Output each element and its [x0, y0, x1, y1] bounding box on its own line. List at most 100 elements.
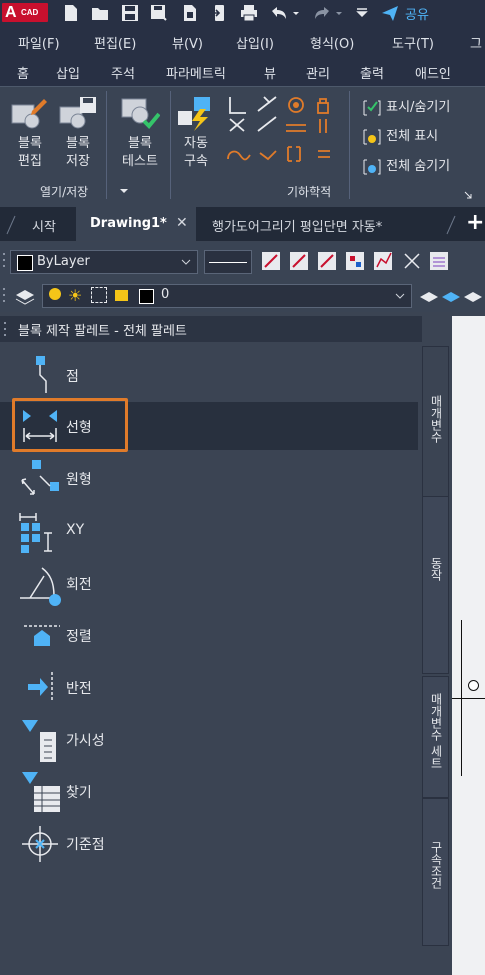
block-edit-line2: 편집	[18, 154, 42, 169]
palette-item-xy[interactable]: XY	[0, 507, 418, 555]
color-swatch	[17, 255, 33, 271]
tab-drawing1[interactable]: Drawing1* ✕	[76, 207, 196, 241]
palette-title-bar[interactable]: 블록 제작 팔레트 - 전체 팔레트	[0, 316, 422, 342]
quick-access-toolbar: A CAD 공유	[0, 0, 485, 26]
print-icon[interactable]	[240, 4, 258, 22]
tab-output[interactable]: 출력	[360, 63, 384, 82]
mobile-export-icon[interactable]	[210, 4, 228, 22]
share-label[interactable]: 공유	[405, 4, 429, 23]
menu-insert[interactable]: 삽입(I)	[236, 33, 274, 52]
side-tab-label: 매개변수 세트	[429, 693, 443, 769]
flip-parameter-icon	[28, 672, 53, 702]
tab-parametric[interactable]: 파라메트릭	[166, 63, 226, 82]
app-logo-letter: A	[5, 4, 17, 21]
block-edit-icon[interactable]	[10, 97, 48, 131]
basepoint-parameter-icon	[22, 826, 58, 862]
linetype-dropdown[interactable]	[204, 250, 252, 274]
side-tab-actions[interactable]: 동작	[422, 496, 449, 674]
menu-file[interactable]: 파일(F)	[18, 33, 60, 52]
redo-dropdown-icon[interactable]	[335, 4, 343, 22]
side-tab-parameters[interactable]: 매개변수	[422, 346, 449, 498]
save-as-icon[interactable]	[150, 4, 168, 22]
color-dropdown[interactable]: ByLayer	[10, 250, 198, 274]
tab-start[interactable]: 시작	[32, 216, 56, 235]
open-folder-icon[interactable]	[91, 4, 109, 22]
app-logo[interactable]: A CAD	[2, 3, 48, 22]
redo-icon[interactable]	[313, 4, 331, 22]
layer-toolbar: ☀ 0	[0, 280, 485, 312]
palette-item-label: 찾기	[66, 785, 92, 801]
tab-hangar-door[interactable]: 행가도어그리기 평입단면 자동*	[212, 216, 382, 235]
palette-item-label: 반전	[66, 681, 92, 697]
panel-divider	[170, 91, 171, 199]
tab-view[interactable]: 뷰	[264, 63, 276, 82]
side-tab-label: 구속조건	[429, 841, 443, 889]
layer-dropdown[interactable]: ☀ 0	[42, 284, 412, 308]
menu-view[interactable]: 뷰(V)	[172, 33, 203, 52]
ribbon: 블록 편집 블록 저장 블록 테스트 자동 구속 표시/숨기기 전체 표시 전체…	[0, 86, 485, 207]
palette-item-lookup[interactable]: 찾기	[0, 768, 418, 816]
palette-item-visibility[interactable]: 가시성	[0, 716, 418, 764]
auto-constrain-line2: 구속	[184, 154, 208, 169]
palette-item-label: 정렬	[66, 629, 92, 645]
show-all-button[interactable]: 전체 표시	[362, 125, 438, 146]
palette-item-point[interactable]: 점	[0, 350, 418, 398]
show-hide-button[interactable]: 표시/숨기기	[362, 96, 450, 117]
palette-item-flip[interactable]: 반전	[0, 664, 418, 712]
document-tabs: 시작 Drawing1* ✕ 행가도어그리기 평입단면 자동* +	[0, 207, 485, 241]
ribbon-tabs: 홈 삽입 주석 파라메트릭 뷰 관리 출력 애드인	[0, 56, 485, 86]
side-tab-constraints[interactable]: 구속조건	[422, 798, 449, 946]
palette-item-label: 회전	[66, 577, 92, 593]
drawing-tools-icons[interactable]	[258, 250, 485, 272]
block-test-line2: 테스트	[122, 154, 158, 169]
tab-home[interactable]: 홈	[17, 63, 29, 82]
linetype-preview	[209, 262, 247, 263]
tab-insert[interactable]: 삽입	[56, 63, 80, 82]
selection-highlight	[12, 398, 128, 452]
app-logo-text: CAD	[21, 8, 39, 17]
menu-format[interactable]: 형식(O)	[310, 33, 354, 52]
tab-addins[interactable]: 애드인	[415, 63, 451, 82]
layer-properties-icon[interactable]	[14, 285, 36, 305]
tab-manage[interactable]: 관리	[306, 63, 330, 82]
panel-geometric-title: 기하학적	[287, 185, 332, 199]
panel-launcher-icon[interactable]	[464, 191, 472, 199]
new-file-icon[interactable]	[62, 4, 80, 22]
lock-open-icon	[115, 290, 128, 301]
auto-constrain-icon[interactable]	[176, 95, 216, 131]
undo-dropdown-icon[interactable]	[292, 4, 300, 22]
palette-item-alignment[interactable]: 정렬	[0, 612, 418, 660]
auto-constrain-line1: 자동	[184, 136, 208, 151]
block-save-icon[interactable]	[58, 95, 98, 131]
side-tab-parameter-sets[interactable]: 매개변수 세트	[422, 676, 449, 798]
cloud-save-icon[interactable]	[181, 4, 199, 22]
new-tab-plus-icon[interactable]: +	[466, 210, 484, 235]
chevron-down-icon[interactable]	[119, 187, 129, 195]
close-icon[interactable]: ✕	[176, 215, 188, 231]
save-icon[interactable]	[121, 4, 139, 22]
block-save-label: 블록 저장	[60, 135, 96, 171]
menu-tools[interactable]: 도구(T)	[392, 33, 434, 52]
palette-item-basepoint[interactable]: 기준점	[0, 820, 418, 868]
toolbar-grip-icon	[3, 253, 5, 267]
menu-draw[interactable]: 그	[470, 33, 482, 52]
chevron-down-icon	[181, 259, 191, 265]
viewport-freeze-icon	[91, 287, 107, 303]
block-save-line2: 저장	[66, 154, 90, 169]
tab-annotate[interactable]: 주석	[111, 63, 135, 82]
tab-drawing1-label: Drawing1*	[90, 216, 167, 231]
drawing-canvas[interactable]	[452, 316, 485, 975]
palette-item-label: 원형	[66, 472, 92, 488]
palette-item-polar[interactable]: 원형	[0, 454, 418, 502]
share-icon[interactable]	[381, 4, 399, 22]
hide-all-button[interactable]: 전체 숨기기	[362, 155, 450, 176]
customize-toolbar-icon[interactable]	[356, 4, 368, 22]
tab-divider-icon	[446, 215, 456, 235]
layer-tools-icons[interactable]	[418, 285, 484, 307]
undo-icon[interactable]	[270, 4, 288, 22]
block-test-icon[interactable]	[120, 95, 160, 131]
panel-open-save-title[interactable]: 열기/저장	[40, 183, 88, 200]
hide-all-label: 전체 숨기기	[386, 159, 451, 174]
palette-item-rotation[interactable]: 회전	[0, 560, 418, 608]
menu-edit[interactable]: 편집(E)	[94, 33, 136, 52]
